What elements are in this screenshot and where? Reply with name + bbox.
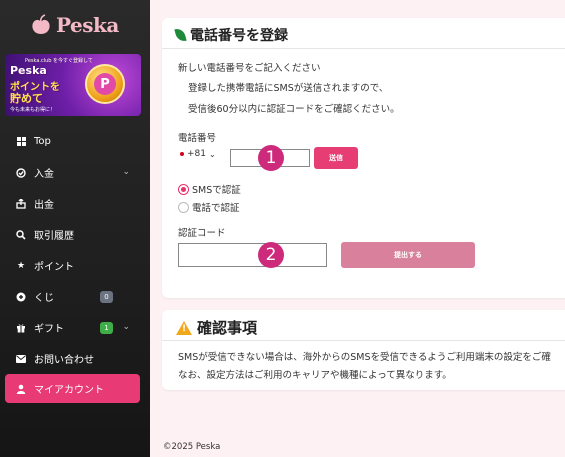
chevron-down-icon: ⌄: [209, 149, 216, 159]
lottery-icon: [16, 292, 26, 302]
chevron-down-icon[interactable]: ⌄: [122, 322, 130, 332]
sidebar-item-label: マイアカウント: [34, 385, 104, 396]
sidebar-item-label: 入金: [34, 169, 54, 180]
sidebar-item-contact[interactable]: お問い合わせ: [0, 343, 150, 374]
sidebar-item-gift[interactable]: ギフト 1 ⌄: [0, 312, 150, 343]
peach-logo-icon: [32, 14, 50, 34]
radio-call-indicator[interactable]: [178, 201, 189, 213]
copyright: ©2025 Peska: [163, 442, 221, 452]
divider: [162, 340, 565, 341]
sidebar-item-label: Top: [34, 136, 51, 147]
radio-sms-label: SMSで認証: [192, 185, 241, 196]
gift-icon: [16, 323, 26, 333]
coin-icon: P: [85, 64, 125, 104]
logo-text: Peska: [56, 13, 119, 37]
mail-icon: [16, 354, 26, 364]
sidebar-item-label: お問い合わせ: [34, 355, 94, 366]
code-label: 認証コード: [178, 228, 226, 239]
country-code-select[interactable]: +81 ⌄: [180, 149, 216, 159]
deposit-icon: [16, 167, 26, 178]
country-code-value: +81: [187, 149, 206, 159]
banner-line-1: Peska: [10, 64, 47, 77]
divider: [162, 48, 565, 49]
gift-count-badge: 1: [100, 322, 113, 334]
banner-top-text: Peska.club を今すぐ登録して: [25, 58, 93, 64]
brand-logo[interactable]: Peska: [30, 8, 119, 42]
search-icon: [16, 229, 26, 240]
sidebar-item-history[interactable]: 取引履歴: [0, 219, 150, 250]
instruction-line-1: 登録した携帯電話にSMSが送信されますので、: [188, 83, 389, 94]
lottery-count-badge: 0: [100, 291, 113, 303]
chevron-down-icon[interactable]: ⌄: [122, 167, 130, 177]
sidebar-item-top[interactable]: Top: [0, 126, 150, 157]
sidebar-nav: Top 入金 ⌄ 出金 取引履歴 ★ ポイント くじ 0 ギフト 1 ⌄ お問い…: [0, 126, 150, 403]
intro-text: 新しい電話番号をご記入ください: [178, 63, 321, 74]
leaf-icon: [174, 27, 187, 43]
sidebar-item-label: 取引履歴: [34, 231, 74, 242]
star-icon: ★: [16, 260, 26, 271]
phone-registration-card: 電話番号を登録 新しい電話番号をご記入ください 登録した携帯電話にSMSが送信さ…: [162, 18, 565, 298]
main-content: 電話番号を登録 新しい電話番号をご記入ください 登録した携帯電話にSMSが送信さ…: [150, 0, 565, 457]
coin-letter: P: [94, 73, 116, 95]
send-button[interactable]: 送信: [314, 147, 358, 169]
verification-code-input[interactable]: [178, 243, 327, 267]
step-marker-1: 1: [258, 145, 284, 171]
warning-icon: !: [176, 320, 192, 335]
promo-banner[interactable]: Peska.club を今すぐ登録して Peska ポイントを 貯めて 今も未来…: [5, 54, 141, 116]
card-title: 電話番号を登録: [174, 25, 288, 45]
notice-line-1: SMSが受信できない場合は、海外からのSMSを受信できるようご利用端末の設定をご…: [178, 352, 551, 363]
phone-label: 電話番号: [178, 133, 217, 144]
notice-card-title: 確認事項: [197, 319, 258, 337]
sidebar-item-deposit[interactable]: 入金 ⌄: [0, 157, 150, 188]
notice-card: ! 確認事項 SMSが受信できない場合は、海外からのSMSを受信できるようご利用…: [162, 310, 565, 390]
banner-subtext: 今も未来もお得に！: [10, 107, 56, 113]
submit-button[interactable]: 提出する: [341, 242, 475, 268]
japan-flag-icon: [180, 152, 184, 156]
card-title: ! 確認事項: [176, 317, 257, 338]
user-icon: [16, 384, 26, 394]
instruction-line-2: 受信後60分以内に認証コードをご確認ください。: [188, 104, 400, 115]
sidebar-item-points[interactable]: ★ ポイント: [0, 250, 150, 281]
phone-card-title: 電話番号を登録: [190, 28, 288, 44]
radio-call-label: 電話で認証: [192, 203, 240, 214]
sidebar-item-label: ポイント: [34, 262, 74, 273]
radio-call[interactable]: 電話で認証: [178, 200, 240, 214]
sidebar-item-lottery[interactable]: くじ 0: [0, 281, 150, 312]
notice-line-2: なお、設定方法はご利用のキャリアや機種によって異なります。: [178, 370, 452, 381]
withdraw-icon: [16, 198, 26, 209]
sidebar-item-my-account[interactable]: マイアカウント: [5, 374, 140, 403]
sidebar-item-label: 出金: [34, 200, 54, 211]
radio-sms-indicator[interactable]: [178, 183, 189, 195]
sidebar-item-label: くじ: [34, 293, 54, 304]
sidebar-item-withdraw[interactable]: 出金: [0, 188, 150, 219]
banner-line-3: 貯めて: [10, 92, 43, 105]
radio-sms[interactable]: SMSで認証: [178, 182, 241, 196]
step-marker-2: 2: [258, 242, 284, 268]
sidebar: Peska Peska.club を今すぐ登録して Peska ポイントを 貯め…: [0, 0, 150, 457]
grid-icon: [16, 137, 26, 147]
sidebar-item-label: ギフト: [34, 324, 64, 335]
